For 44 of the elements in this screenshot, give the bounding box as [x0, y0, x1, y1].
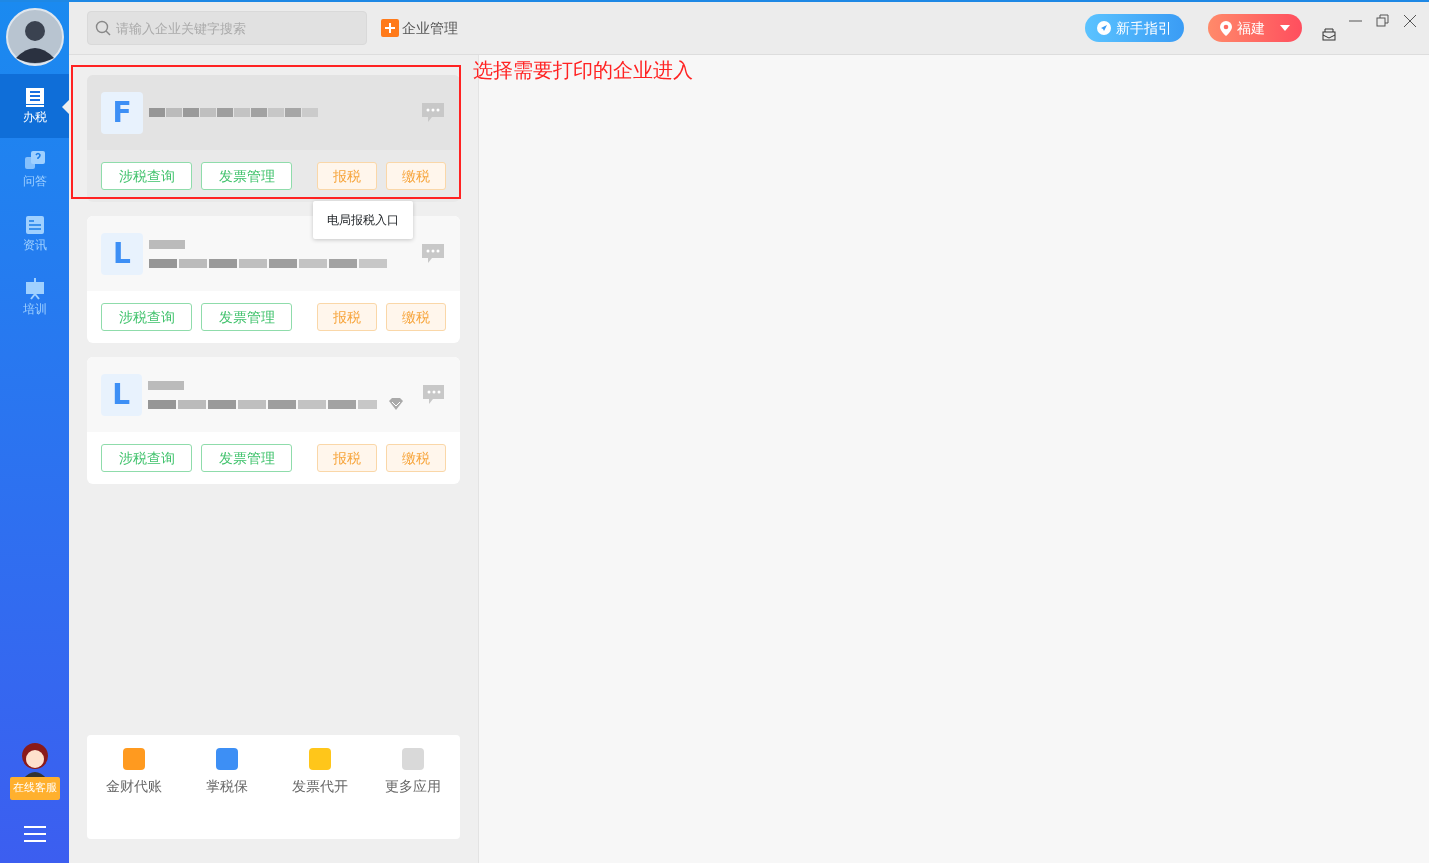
sidebar-item[interactable]: 资讯 — [0, 202, 69, 266]
app-shortcut[interactable]: 金财代账 — [87, 747, 181, 839]
mail-icon[interactable] — [1322, 27, 1336, 41]
app-shortcut[interactable]: 更多应用 — [366, 747, 460, 839]
close-icon[interactable] — [1403, 14, 1417, 28]
tooltip: 电局报税入口 — [313, 201, 413, 239]
company-initial: L — [101, 373, 142, 416]
action-button[interactable]: 发票管理 — [201, 444, 292, 472]
app-shortcut[interactable]: 发票代开 — [273, 747, 367, 839]
action-button[interactable]: 涉税查询 — [101, 444, 192, 472]
action-button[interactable]: 发票管理 — [201, 162, 292, 190]
news-icon — [23, 214, 46, 236]
action-button[interactable]: 缴税 — [386, 444, 446, 472]
sidebar-item[interactable]: 办税 — [0, 74, 69, 138]
question-icon — [23, 150, 46, 172]
action-button[interactable]: 报税 — [317, 162, 377, 190]
sidebar-item[interactable]: 培训 — [0, 266, 69, 330]
location-icon — [1219, 20, 1232, 36]
company-initial: F — [101, 91, 143, 134]
guide-button[interactable]: 新手指引 — [1084, 14, 1184, 42]
sidebar-item[interactable]: 问答 — [0, 138, 69, 202]
action-button[interactable]: 涉税查询 — [101, 303, 192, 331]
action-button[interactable]: 涉税查询 — [101, 162, 192, 190]
company-initial: L — [101, 232, 143, 275]
app-shortcut[interactable]: 掌税保 — [180, 747, 274, 839]
action-button[interactable]: 报税 — [317, 303, 377, 331]
action-button[interactable]: 报税 — [317, 444, 377, 472]
action-button[interactable]: 缴税 — [386, 162, 446, 190]
service-button[interactable]: 在线客服 — [9, 777, 60, 800]
menu-icon[interactable] — [23, 825, 46, 843]
action-button[interactable]: 发票管理 — [201, 303, 292, 331]
company-card[interactable]: F 涉税查询 发票管理 报税 缴税 — [87, 75, 460, 202]
annotation-text: 选择需要打印的企业进入 — [473, 57, 693, 84]
action-button[interactable]: 缴税 — [386, 303, 446, 331]
restore-icon[interactable] — [1376, 14, 1390, 28]
caret-icon — [1279, 25, 1290, 31]
region-dropdown[interactable]: 福建 — [1207, 14, 1302, 42]
avatar-icon[interactable] — [5, 8, 64, 66]
plus-icon — [381, 19, 399, 37]
navigation-icon — [1096, 21, 1111, 35]
tax-icon — [23, 86, 46, 108]
board-icon — [23, 278, 46, 300]
company-manage-link[interactable]: 企业管理 — [381, 17, 459, 39]
company-card[interactable]: L 涉税查询 发票管理 报税 缴税 — [87, 357, 460, 484]
